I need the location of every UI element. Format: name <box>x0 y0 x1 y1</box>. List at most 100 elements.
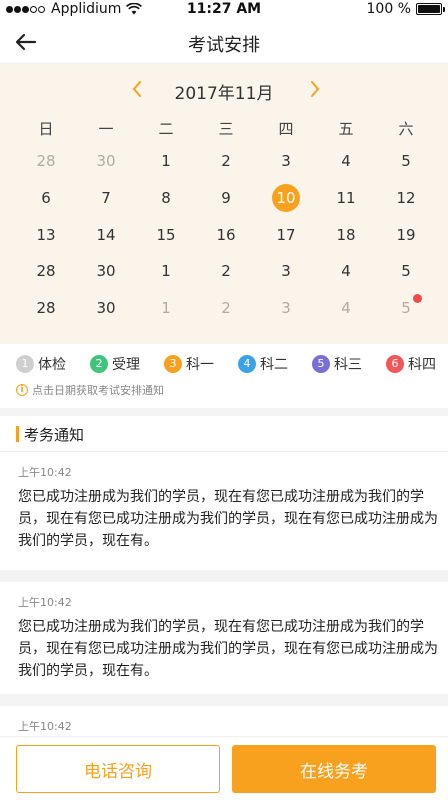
weekday-label: 五 <box>338 120 354 138</box>
info-icon: i <box>16 384 28 396</box>
page-title: 考试安排 <box>188 35 260 56</box>
day-number: 14 <box>96 226 116 244</box>
day-number: 30 <box>96 299 116 317</box>
calendar-day[interactable]: 2 <box>196 291 256 325</box>
calendar-day-selected[interactable]: 10 <box>256 181 316 215</box>
weekday-label: 四 <box>278 120 294 138</box>
calendar-day[interactable]: 28 <box>16 144 76 178</box>
day-number: 11 <box>336 189 356 207</box>
month-header: 2017年11月 <box>0 74 448 104</box>
calendar-day[interactable]: 8 <box>136 181 196 215</box>
legend-item: 4 科二 <box>238 354 288 374</box>
calendar-day[interactable]: 7 <box>76 181 136 215</box>
day-number: 5 <box>401 262 411 280</box>
weekday-row: 日一二三四五六 <box>16 118 436 142</box>
calendar-day[interactable]: 30 <box>76 254 136 288</box>
legend-badge: 3 <box>164 355 182 373</box>
calendar-day[interactable]: 3 <box>256 144 316 178</box>
arrow-left-icon <box>15 33 37 51</box>
calendar-day[interactable]: 1 <box>136 144 196 178</box>
calendar-day[interactable]: 3 <box>256 254 316 288</box>
calendar-day[interactable]: 17 <box>256 218 316 252</box>
day-number: 4 <box>341 299 351 317</box>
weekday-label: 一 <box>98 120 114 138</box>
calendar-day[interactable]: 30 <box>76 291 136 325</box>
calendar-day[interactable]: 5 <box>376 144 436 178</box>
calendar-day[interactable]: 30 <box>76 144 136 178</box>
calendar-day[interactable]: 13 <box>16 218 76 252</box>
calendar-day[interactable]: 19 <box>376 218 436 252</box>
day-number: 2 <box>221 152 231 170</box>
day-number: 3 <box>281 262 291 280</box>
notice-card[interactable]: 上午10:42 <box>0 706 448 736</box>
calendar-day[interactable]: 4 <box>316 144 376 178</box>
status-right: 100 % <box>367 1 445 17</box>
legend-label: 科四 <box>408 357 436 373</box>
calendar-day[interactable]: 11 <box>316 181 376 215</box>
online-exam-button[interactable]: 在线务考 <box>232 745 436 793</box>
calendar-day[interactable]: 18 <box>316 218 376 252</box>
calendar-week-row: 28 30 1 2 3 4 5 <box>16 291 436 325</box>
calendar-day[interactable]: 3 <box>256 291 316 325</box>
day-number: 1 <box>161 299 171 317</box>
legend-label: 科二 <box>260 357 288 373</box>
next-month-button[interactable] <box>304 78 326 100</box>
calendar-day[interactable]: 2 <box>196 144 256 178</box>
event-dot <box>413 294 423 303</box>
notice-card[interactable]: 上午10:42 您已成功注册成为我们的学员，现在有您已成功注册成为我们的学员，现… <box>0 582 448 694</box>
day-number: 6 <box>41 189 51 207</box>
section-title: 考务通知 <box>24 426 85 444</box>
notice-card[interactable]: 上午10:42 您已成功注册成为我们的学员，现在有您已成功注册成为我们的学员，现… <box>0 452 448 570</box>
legend-item: 6 科四 <box>386 354 436 374</box>
calendar-day[interactable]: 1 <box>136 291 196 325</box>
calendar-day[interactable]: 14 <box>76 218 136 252</box>
calendar-day[interactable]: 9 <box>196 181 256 215</box>
day-number: 19 <box>396 226 416 244</box>
calendar-day[interactable]: 4 <box>316 291 376 325</box>
weekday-label: 二 <box>158 120 174 138</box>
calendar-day[interactable]: 15 <box>136 218 196 252</box>
day-number: 4 <box>341 262 351 280</box>
day-number: 10 <box>272 184 300 212</box>
day-number: 12 <box>396 189 416 207</box>
weekday-label: 日 <box>38 120 54 138</box>
month-label: 2017年11月 <box>174 84 274 104</box>
legend-label: 科一 <box>186 357 214 373</box>
day-number: 15 <box>156 226 176 244</box>
legend-item: 2 受理 <box>90 354 140 374</box>
legend-label: 体检 <box>38 357 66 373</box>
calendar-day[interactable]: 16 <box>196 218 256 252</box>
prev-month-button[interactable] <box>126 78 148 100</box>
calendar-day[interactable]: 5 <box>376 291 436 325</box>
hint-row: i 点击日期获取考试安排通知 <box>16 382 164 398</box>
battery-icon <box>416 3 445 15</box>
back-button[interactable] <box>10 26 42 58</box>
day-number: 2 <box>221 299 231 317</box>
calendar-day[interactable]: 28 <box>16 254 76 288</box>
day-number: 28 <box>36 262 56 280</box>
weekday-label: 三 <box>218 120 234 138</box>
day-number: 3 <box>281 152 291 170</box>
day-number: 2 <box>221 262 231 280</box>
day-number: 28 <box>36 299 56 317</box>
calendar-day[interactable]: 6 <box>16 181 76 215</box>
bottom-bar: 电话咨询 在线务考 <box>0 736 448 800</box>
calendar-day[interactable]: 5 <box>376 254 436 288</box>
legend-badge: 6 <box>386 355 404 373</box>
legend-item: 5 科三 <box>312 354 362 374</box>
calendar-day[interactable]: 4 <box>316 254 376 288</box>
day-number: 5 <box>401 152 411 170</box>
legend-badge: 4 <box>238 355 256 373</box>
legend-item: 3 科一 <box>164 354 214 374</box>
calendar-day[interactable]: 28 <box>16 291 76 325</box>
day-number: 8 <box>161 189 171 207</box>
weekday-label: 六 <box>398 120 414 138</box>
legend-badge: 2 <box>90 355 108 373</box>
calendar-day[interactable]: 12 <box>376 181 436 215</box>
calendar-day[interactable]: 2 <box>196 254 256 288</box>
notice-time: 上午10:42 <box>18 466 72 479</box>
phone-consult-button[interactable]: 电话咨询 <box>16 745 220 793</box>
legend-section: 1 体检 2 受理 3 科一 4 科二 5 科三 6 科四 i 点击日期获取考试安排通知 <box>0 344 448 408</box>
status-bar: Applidium 11:27 AM 100 % <box>0 0 448 20</box>
calendar-day[interactable]: 1 <box>136 254 196 288</box>
